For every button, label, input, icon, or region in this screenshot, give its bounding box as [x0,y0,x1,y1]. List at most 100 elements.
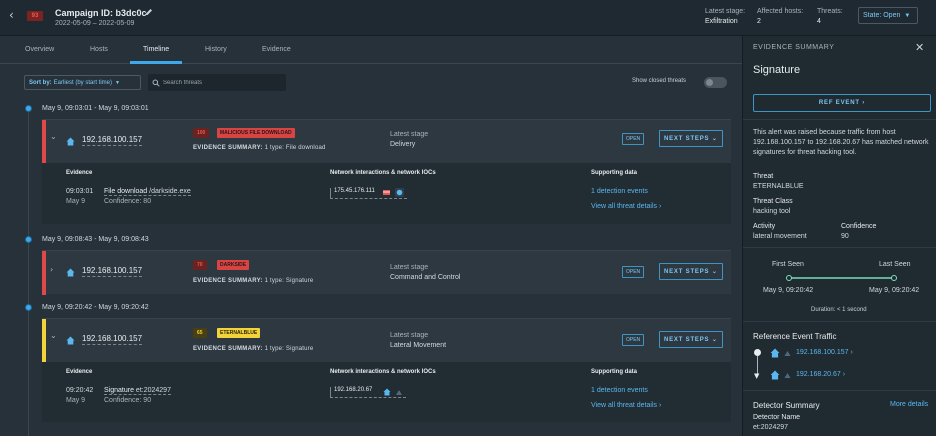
edit-pencil-icon[interactable] [144,7,154,17]
evidence-link[interactable]: File download /darkside.exe [104,188,191,196]
view-threat-details-label: View all threat details [591,402,658,409]
evidence-time: 09:20:42 [66,387,94,394]
detector-summary-title: Detector Summary [753,401,820,410]
threat-value: ETERNALBLUE [753,183,804,190]
threat-card[interactable]: ⌄ 192.168.100.157 65 ETERNALBLUE EVIDENC… [42,318,731,363]
chevron-down-icon: ▼ [115,79,120,86]
chevron-down-icon: ⌄ [711,337,718,343]
close-icon[interactable]: ✕ [915,41,924,54]
confidence-value: 90 [841,233,849,240]
severity-bar [42,319,46,363]
toggle-knob [706,79,713,86]
back-chevron-icon[interactable]: ‹ [9,8,14,22]
latest-stage-value: Exfiltration [705,18,738,25]
open-status-button[interactable]: OPEN [622,334,645,346]
next-steps-label: NEXT STEPS [664,136,710,142]
activity-value: lateral movement [753,233,807,240]
detection-events-link[interactable]: 1 detection events [591,387,648,394]
campaign-id: Campaign ID: b3dc0c [55,8,147,18]
next-steps-button[interactable]: NEXT STEPS ⌄ [659,130,723,147]
ref-dest-ip: 192.168.20.67 [796,371,841,378]
home-icon [770,348,780,358]
show-closed-label: Show closed threats [632,78,687,84]
evidence-summary-value: 1 type: File download [264,145,326,151]
more-details-link[interactable]: More details [890,401,928,408]
host-ip[interactable]: 192.168.100.157 [82,334,143,345]
evidence-time: 09:03:01 [66,188,94,195]
tab-hosts[interactable]: Hosts [90,46,108,53]
tab-overview[interactable]: Overview [25,46,54,53]
ref-source-ip-link[interactable]: 192.168.100.157 › [796,349,853,356]
globe-icon [395,188,404,197]
network-icon [784,373,791,378]
collapse-chevron-icon[interactable]: ⌄ [50,331,57,340]
last-seen-label: Last Seen [879,261,911,268]
evidence-confidence: Confidence: 90 [104,397,152,404]
ref-dest-ip-link[interactable]: 192.168.20.67 › [796,371,845,378]
tab-evidence[interactable]: Evidence [262,46,291,53]
tab-timeline[interactable]: Timeline [143,46,169,53]
tab-history[interactable]: History [205,46,227,53]
evidence-summary-value: 1 type: Signature [264,278,314,284]
evidence-confidence: Confidence: 80 [104,198,152,205]
last-seen-value: May 9, 09:20:42 [869,287,920,294]
arrow-down-icon: ▼ [754,372,760,380]
evidence-summary-label: EVIDENCE SUMMARY: [193,145,263,151]
ref-event-label: REF EVENT [818,100,860,106]
open-status-button[interactable]: OPEN [622,266,645,278]
evidence-summary-label: EVIDENCE SUMMARY: [193,278,263,284]
search-icon [152,79,160,87]
threat-card[interactable]: ⌄ 192.168.100.157 100 MALICIOUS FILE DOW… [42,119,731,164]
latest-stage-value: Lateral Movement [390,342,447,349]
view-threat-details-link[interactable]: View all threat details › [591,203,661,210]
first-seen-marker [786,275,792,281]
threat-tag: DARKSIDE [217,260,250,270]
first-seen-label: First Seen [772,261,804,268]
host-home-icon [66,268,75,277]
threat-detail-panel: Evidence 09:03:01 May 9 File download /d… [42,163,731,224]
activity-label: Activity [753,223,776,230]
host-ip[interactable]: 192.168.100.157 [82,135,143,146]
chevron-down-icon: ⌄ [711,269,718,275]
ref-source-ip: 192.168.100.157 [796,349,849,356]
campaign-header: ‹ 93 Campaign ID: b3dc0c 2022-05-09 – 20… [0,0,936,36]
latest-stage-label: Latest stage [390,264,429,271]
sort-select[interactable]: Sort by: Earliest (by start time) ▼ [24,75,141,90]
view-threat-details-link[interactable]: View all threat details › [591,402,661,409]
next-steps-button[interactable]: NEXT STEPS ⌄ [659,263,723,280]
view-threat-details-label: View all threat details [591,203,658,210]
campaign-score-badge: 93 [27,11,43,21]
ioc-item[interactable]: 192.168.20.67 [330,387,406,398]
search-input[interactable] [163,79,273,86]
threat-tag: ETERNALBLUE [217,328,261,338]
ref-traffic-title: Reference Event Traffic [753,332,837,341]
evidence-day: May 9 [66,397,86,404]
evidence-summary-value: 1 type: Signature [264,346,314,352]
latest-stage-label: Latest stage [390,131,429,138]
search-box[interactable] [148,74,286,91]
host-ip[interactable]: 192.168.100.157 [82,266,143,277]
ioc-item[interactable]: 175.45.176.111 [330,188,407,199]
affected-hosts-value: 2 [757,18,761,25]
ref-event-button[interactable]: REF EVENT › [753,94,931,112]
network-icon [784,351,791,356]
state-dropdown[interactable]: State: Open ▼ [858,7,918,24]
detection-events-link[interactable]: 1 detection events [591,188,648,195]
open-status-button[interactable]: OPEN [622,133,645,145]
collapse-chevron-icon[interactable]: ⌄ [50,132,57,141]
next-steps-button[interactable]: NEXT STEPS ⌄ [659,331,723,348]
host-home-icon [66,336,75,345]
expand-chevron-icon[interactable]: › [50,265,53,274]
evidence-link[interactable]: Signature et:2024297 [104,387,171,395]
latest-stage-label: Latest stage [390,332,429,339]
next-steps-label: NEXT STEPS [664,337,710,343]
tab-bar: Overview Hosts Timeline History Evidence [0,36,742,64]
evidence-summary: EVIDENCE SUMMARY: 1 type: Signature [193,278,313,284]
confidence-label: Confidence [841,223,877,230]
chevron-down-icon: ⌄ [711,136,718,142]
threat-score: 70 [193,260,207,270]
next-steps-label: NEXT STEPS [664,269,710,275]
group-date-range: May 9, 09:03:01 - May 9, 09:03:01 [42,105,149,112]
show-closed-toggle[interactable] [704,77,727,88]
threat-card[interactable]: › 192.168.100.157 70 DARKSIDE EVIDENCE S… [42,250,731,295]
